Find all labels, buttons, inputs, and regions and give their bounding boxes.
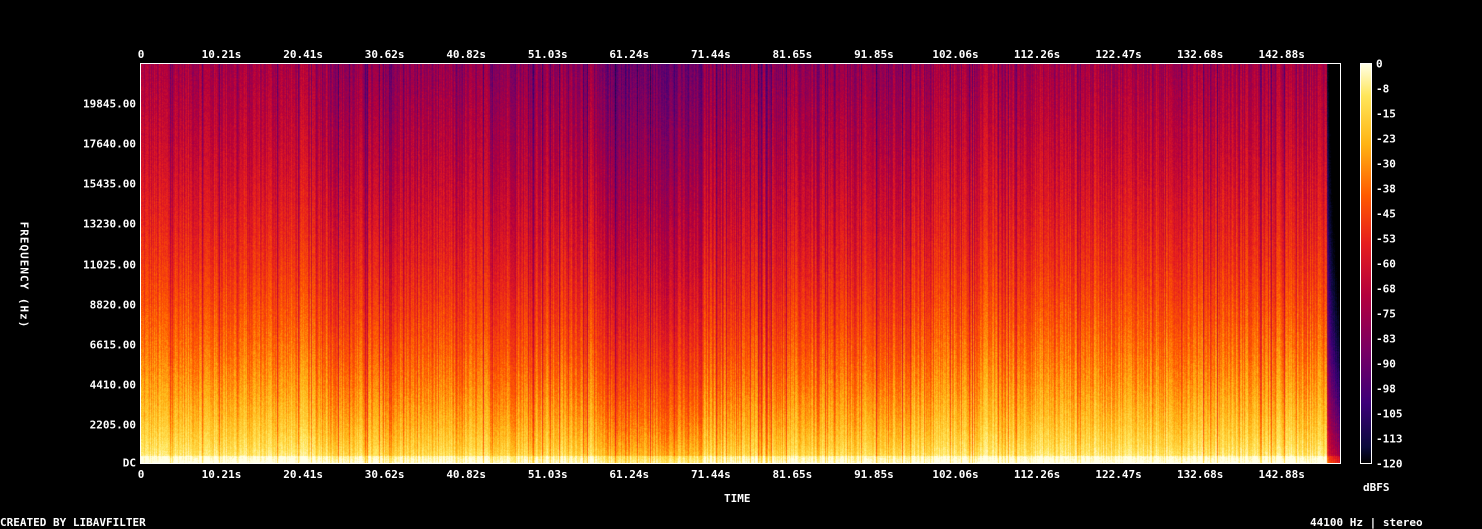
x-tick-bottom: 61.24s (609, 468, 650, 481)
x-tick-bottom: 102.06s (932, 468, 979, 481)
spectrogram-canvas (141, 64, 1340, 463)
footer-credit: CREATED BY LIBAVFILTER (0, 516, 146, 529)
y-tick: 15435.00 (83, 177, 136, 191)
x-tick-top: 112.26s (1013, 48, 1061, 61)
x-tick-top: 40.82s (446, 48, 487, 61)
x-tick-bottom: 91.85s (854, 468, 894, 481)
colorbar-tick: -98 (1376, 382, 1396, 396)
y-tick: 13230.00 (83, 217, 136, 231)
x-tick-bottom: 132.68s (1176, 468, 1224, 481)
x-tick-top: 102.06s (932, 48, 979, 61)
colorbar-tick: -83 (1376, 332, 1396, 346)
x-tick-top: 51.03s (527, 48, 568, 61)
colorbar-tick: -23 (1376, 132, 1396, 146)
y-tick: 17640.00 (83, 137, 136, 151)
x-tick-top: 0 (137, 48, 145, 61)
x-tick-bottom: 0 (137, 468, 145, 481)
y-tick: 2205.00 (89, 418, 136, 432)
colorbar-tick: 0 (1376, 57, 1383, 71)
x-tick-bottom: 40.82s (446, 468, 487, 481)
x-tick-top: 122.47s (1095, 48, 1142, 61)
x-tick-top: 61.24s (609, 48, 650, 61)
x-tick-top: 71.44s (690, 48, 731, 61)
colorbar-tick: -38 (1376, 182, 1396, 196)
colorbar-tick: -60 (1376, 257, 1396, 271)
y-tick: 8820.00 (89, 298, 136, 312)
colorbar-tick: -75 (1376, 307, 1396, 321)
footer-sample-rate: 44100 Hz | stereo (1310, 516, 1423, 529)
x-tick-top: 10.21s (201, 48, 242, 61)
colorbar-tick: -120 (1376, 457, 1403, 471)
colorbar-tick: -113 (1376, 432, 1403, 446)
x-tick-bottom: 122.47s (1095, 468, 1142, 481)
y-axis-label: FREQUENCY (Hz) (17, 221, 31, 329)
x-tick-top: 142.88s (1258, 48, 1305, 61)
colorbar-tick: -30 (1376, 157, 1396, 171)
x-tick-top: 20.41s (283, 48, 323, 61)
y-tick: DC (122, 456, 136, 470)
y-tick: 6615.00 (89, 338, 136, 352)
colorbar-ticks: 0 -8 -15 -23 -30 -38 -45 -53 -60 -68 -75 -83 -90 -98 -… (1376, 0, 1456, 528)
x-axis-label: TIME (724, 492, 751, 505)
colorbar-tick: -15 (1376, 107, 1396, 121)
x-tick-bottom: 30.62s (364, 468, 405, 481)
x-tick-bottom: 81.65s (772, 468, 813, 481)
colorbar-tick: -45 (1376, 207, 1396, 221)
colorbar-tick: -68 (1376, 282, 1396, 296)
spectrogram-plot (140, 63, 1341, 464)
colorbar (1360, 63, 1372, 464)
x-tick-top: 81.65s (772, 48, 813, 61)
x-tick-bottom: 71.44s (690, 468, 731, 481)
x-tick-bottom: 20.41s (283, 468, 323, 481)
x-tick-top: 30.62s (364, 48, 405, 61)
x-tick-bottom: 51.03s (527, 468, 568, 481)
colorbar-tick: -53 (1376, 232, 1396, 246)
x-tick-bottom: 142.88s (1258, 468, 1305, 481)
y-tick: 19845.00 (83, 97, 136, 111)
x-tick-bottom: 112.26s (1013, 468, 1061, 481)
colorbar-tick: -105 (1376, 407, 1403, 421)
x-tick-top: 91.85s (854, 48, 894, 61)
colorbar-tick: -90 (1376, 357, 1396, 371)
y-tick: 4410.00 (89, 378, 136, 392)
x-tick-top: 132.68s (1176, 48, 1224, 61)
colorbar-label: dBFS (1363, 481, 1390, 494)
colorbar-tick: -8 (1376, 82, 1390, 96)
x-tick-bottom: 10.21s (201, 468, 242, 481)
y-tick: 11025.00 (83, 258, 136, 271)
